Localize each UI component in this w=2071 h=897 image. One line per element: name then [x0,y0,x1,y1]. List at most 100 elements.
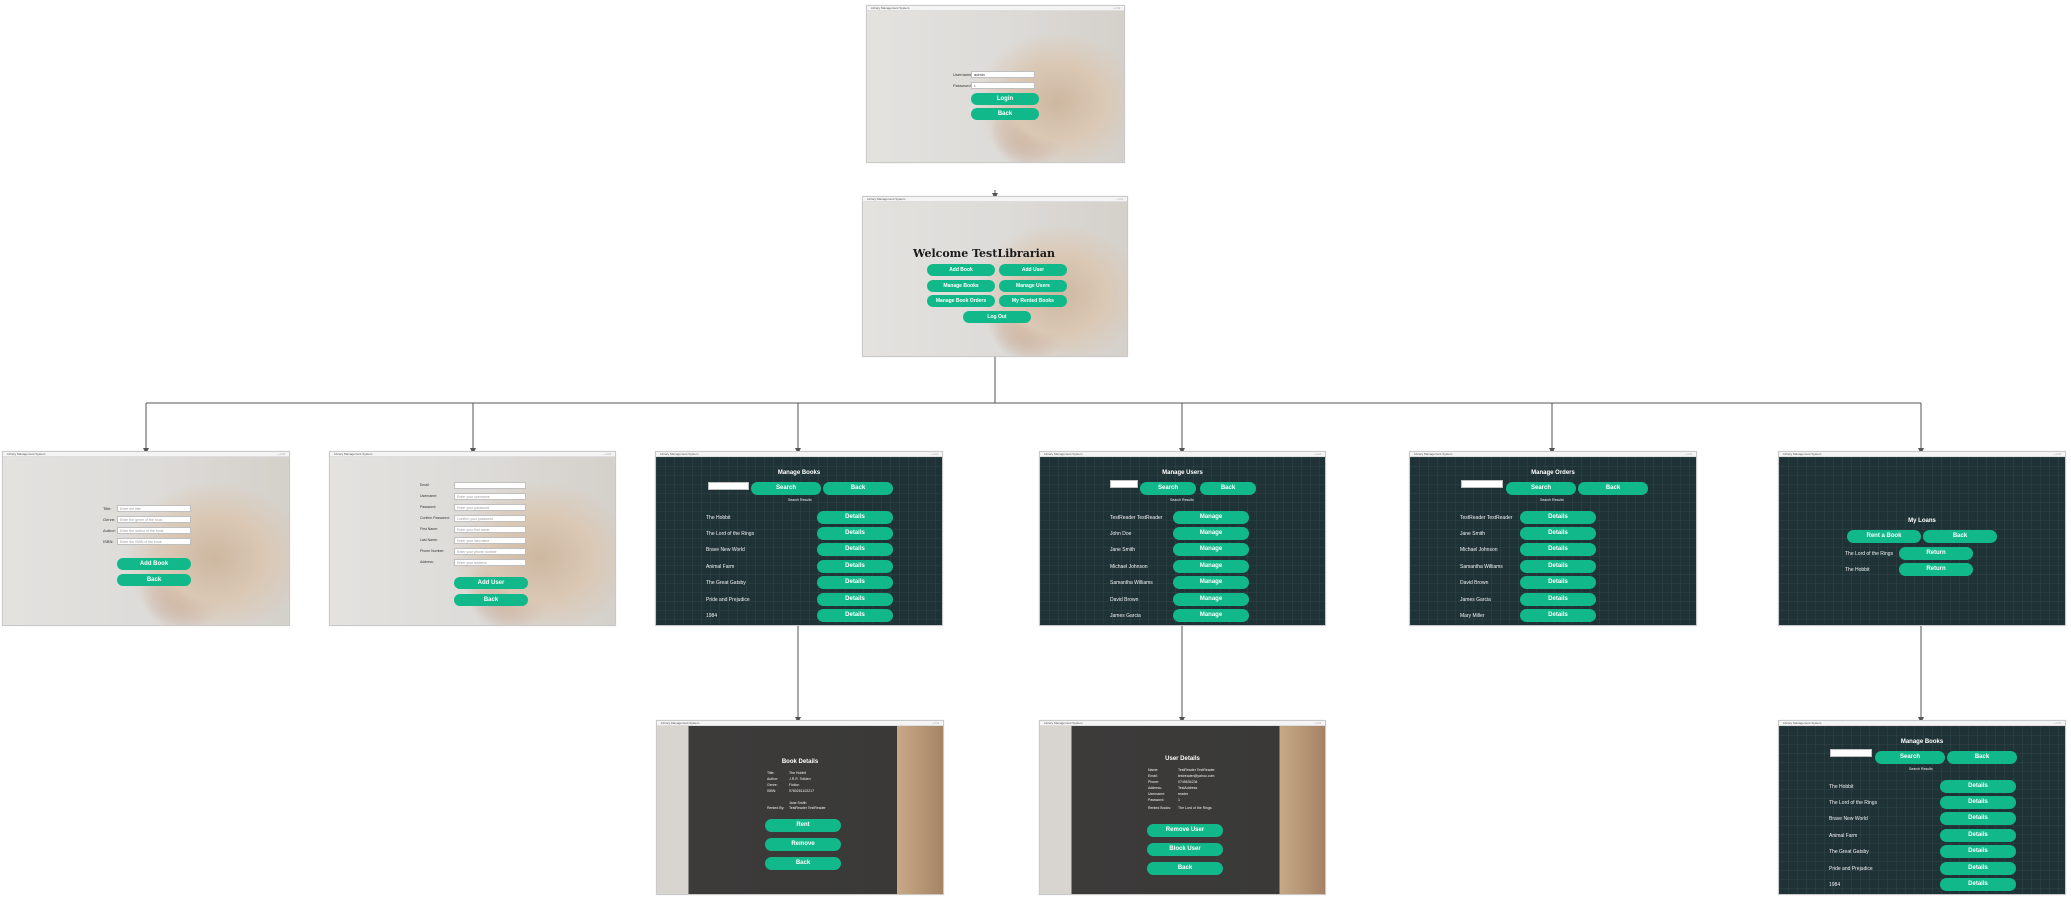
rent-button[interactable]: Rent [765,819,841,832]
password-label: Password: [420,505,437,509]
back-button[interactable]: Back [823,482,893,495]
details-button[interactable]: Details [817,543,893,556]
detail-value: 1 [1178,798,1180,802]
details-button[interactable]: Details [817,593,893,606]
detail-value: reader [1178,792,1189,796]
title-input[interactable]: Enter the title [117,505,191,512]
back-button[interactable]: Back [1147,862,1223,875]
details-button[interactable]: Details [1520,543,1596,556]
search-button[interactable]: Search [751,482,821,495]
details-button[interactable]: Details [817,560,893,573]
details-button[interactable]: Details [1520,560,1596,573]
detail-value: TestReader TestReader [1178,768,1215,772]
manage-button[interactable]: Manage [1173,511,1249,524]
search-input[interactable] [1830,749,1872,757]
my-rented-books-button[interactable]: My Rented Books [999,295,1067,307]
details-button[interactable]: Details [1940,829,2016,842]
search-input[interactable] [1461,480,1503,488]
detail-key: Genre: [767,783,778,787]
details-button[interactable]: Details [817,511,893,524]
detail-value: Fiction [789,783,800,787]
genre-input[interactable]: Enter the genre of the book [117,516,191,523]
details-button[interactable]: Details [817,609,893,622]
rent-books-content: Manage Books Search Back Search Results … [1779,726,2065,894]
details-button[interactable]: Details [1520,576,1596,589]
manage-button[interactable]: Manage [1173,593,1249,606]
username-input[interactable]: Enter your username [454,493,526,500]
manage-book-orders-button[interactable]: Manage Book Orders [927,295,995,307]
detail-key: Password: [1148,798,1165,802]
manage-button[interactable]: Manage [1173,543,1249,556]
password-input[interactable]: • [971,82,1035,89]
details-button[interactable]: Details [1940,862,2016,875]
add-user-button[interactable]: Add User [999,264,1067,276]
book-details-content: Book Details Title: The Hobbit Author: J… [657,726,943,894]
phone-number-input[interactable]: Enter your phone number [454,548,526,555]
address-input[interactable]: Enter your address [454,559,526,566]
details-button[interactable]: Details [1520,511,1596,524]
manage-button[interactable]: Manage [1173,560,1249,573]
search-button[interactable]: Search [1875,751,1945,764]
manage-button[interactable]: Manage [1173,576,1249,589]
search-input[interactable] [708,482,749,490]
details-button[interactable]: Details [1940,845,2016,858]
remove-user-button[interactable]: Remove User [1147,824,1223,837]
log-out-button[interactable]: Log Out [963,311,1031,323]
search-button[interactable]: Search [1506,482,1576,495]
manage-books-button[interactable]: Manage Books [927,280,995,292]
email-input[interactable] [454,482,526,489]
page-title: Book Details [781,759,819,765]
list-item: The Great Gatsby [706,580,746,586]
list-item: Mary Miller [1460,613,1485,619]
back-button[interactable]: Back [765,857,841,870]
search-button[interactable]: Search [1140,482,1196,495]
back-button[interactable]: Back [117,574,191,586]
back-button[interactable]: Back [1578,482,1648,495]
remove-button[interactable]: Remove [765,838,841,851]
manage-users-button[interactable]: Manage Users [999,280,1067,292]
first-name-input[interactable]: Enter your first name [454,526,526,533]
detail-value: J.R.R. Tolkien [789,777,811,781]
add-book-button[interactable]: Add Book [927,264,995,276]
details-button[interactable]: Details [817,576,893,589]
username-input[interactable]: admin [971,71,1035,78]
detail-key: Title: [767,771,775,775]
rent-a-book-button[interactable]: Rent a Book [1847,530,1921,543]
list-item: James Garcia [1110,613,1141,619]
add-user-content: Email: Username: Enter your username Pas… [330,457,615,625]
isbn-input[interactable]: Enter the ISBN of the book [117,538,191,545]
return-button[interactable]: Return [1899,563,1973,576]
details-button[interactable]: Details [1940,878,2016,891]
author-input[interactable]: Enter the author of the book [117,527,191,534]
back-button[interactable]: Back [1923,530,1997,543]
details-button[interactable]: Details [1520,593,1596,606]
book-details-window: Library Management System – □ × Book Det… [656,720,944,895]
password-input[interactable]: Enter your password [454,504,526,511]
add-user-submit-button[interactable]: Add User [454,577,528,589]
details-button[interactable]: Details [1940,780,2016,793]
block-user-button[interactable]: Block User [1147,843,1223,856]
last-name-input[interactable]: Enter your last name [454,537,526,544]
details-button[interactable]: Details [1940,812,2016,825]
add-book-submit-button[interactable]: Add Book [117,558,191,570]
confirm-password-input[interactable]: Confirm your password [454,515,526,522]
details-button[interactable]: Details [1520,527,1596,540]
rent-books-window: Library Management System – □ × Manage B… [1778,720,2066,895]
list-item: David Brown [1110,597,1139,603]
detail-value: The Lord of the Rings [1178,806,1212,810]
back-button[interactable]: Back [1200,482,1256,495]
details-button[interactable]: Details [1940,796,2016,809]
manage-button[interactable]: Manage [1173,609,1249,622]
back-button[interactable]: Back [1947,751,2017,764]
last-name-label: Last Name: [420,538,438,542]
search-input[interactable] [1110,480,1138,488]
return-button[interactable]: Return [1899,547,1973,560]
manage-button[interactable]: Manage [1173,527,1249,540]
my-loans-content: My Loans Rent a Book Back The Lord of th… [1779,457,2065,625]
back-button[interactable]: Back [971,108,1039,120]
details-button[interactable]: Details [817,527,893,540]
back-button[interactable]: Back [454,594,528,606]
details-button[interactable]: Details [1520,609,1596,622]
list-item: The Lord of the Rings [1845,551,1894,557]
login-button[interactable]: Login [971,93,1039,105]
